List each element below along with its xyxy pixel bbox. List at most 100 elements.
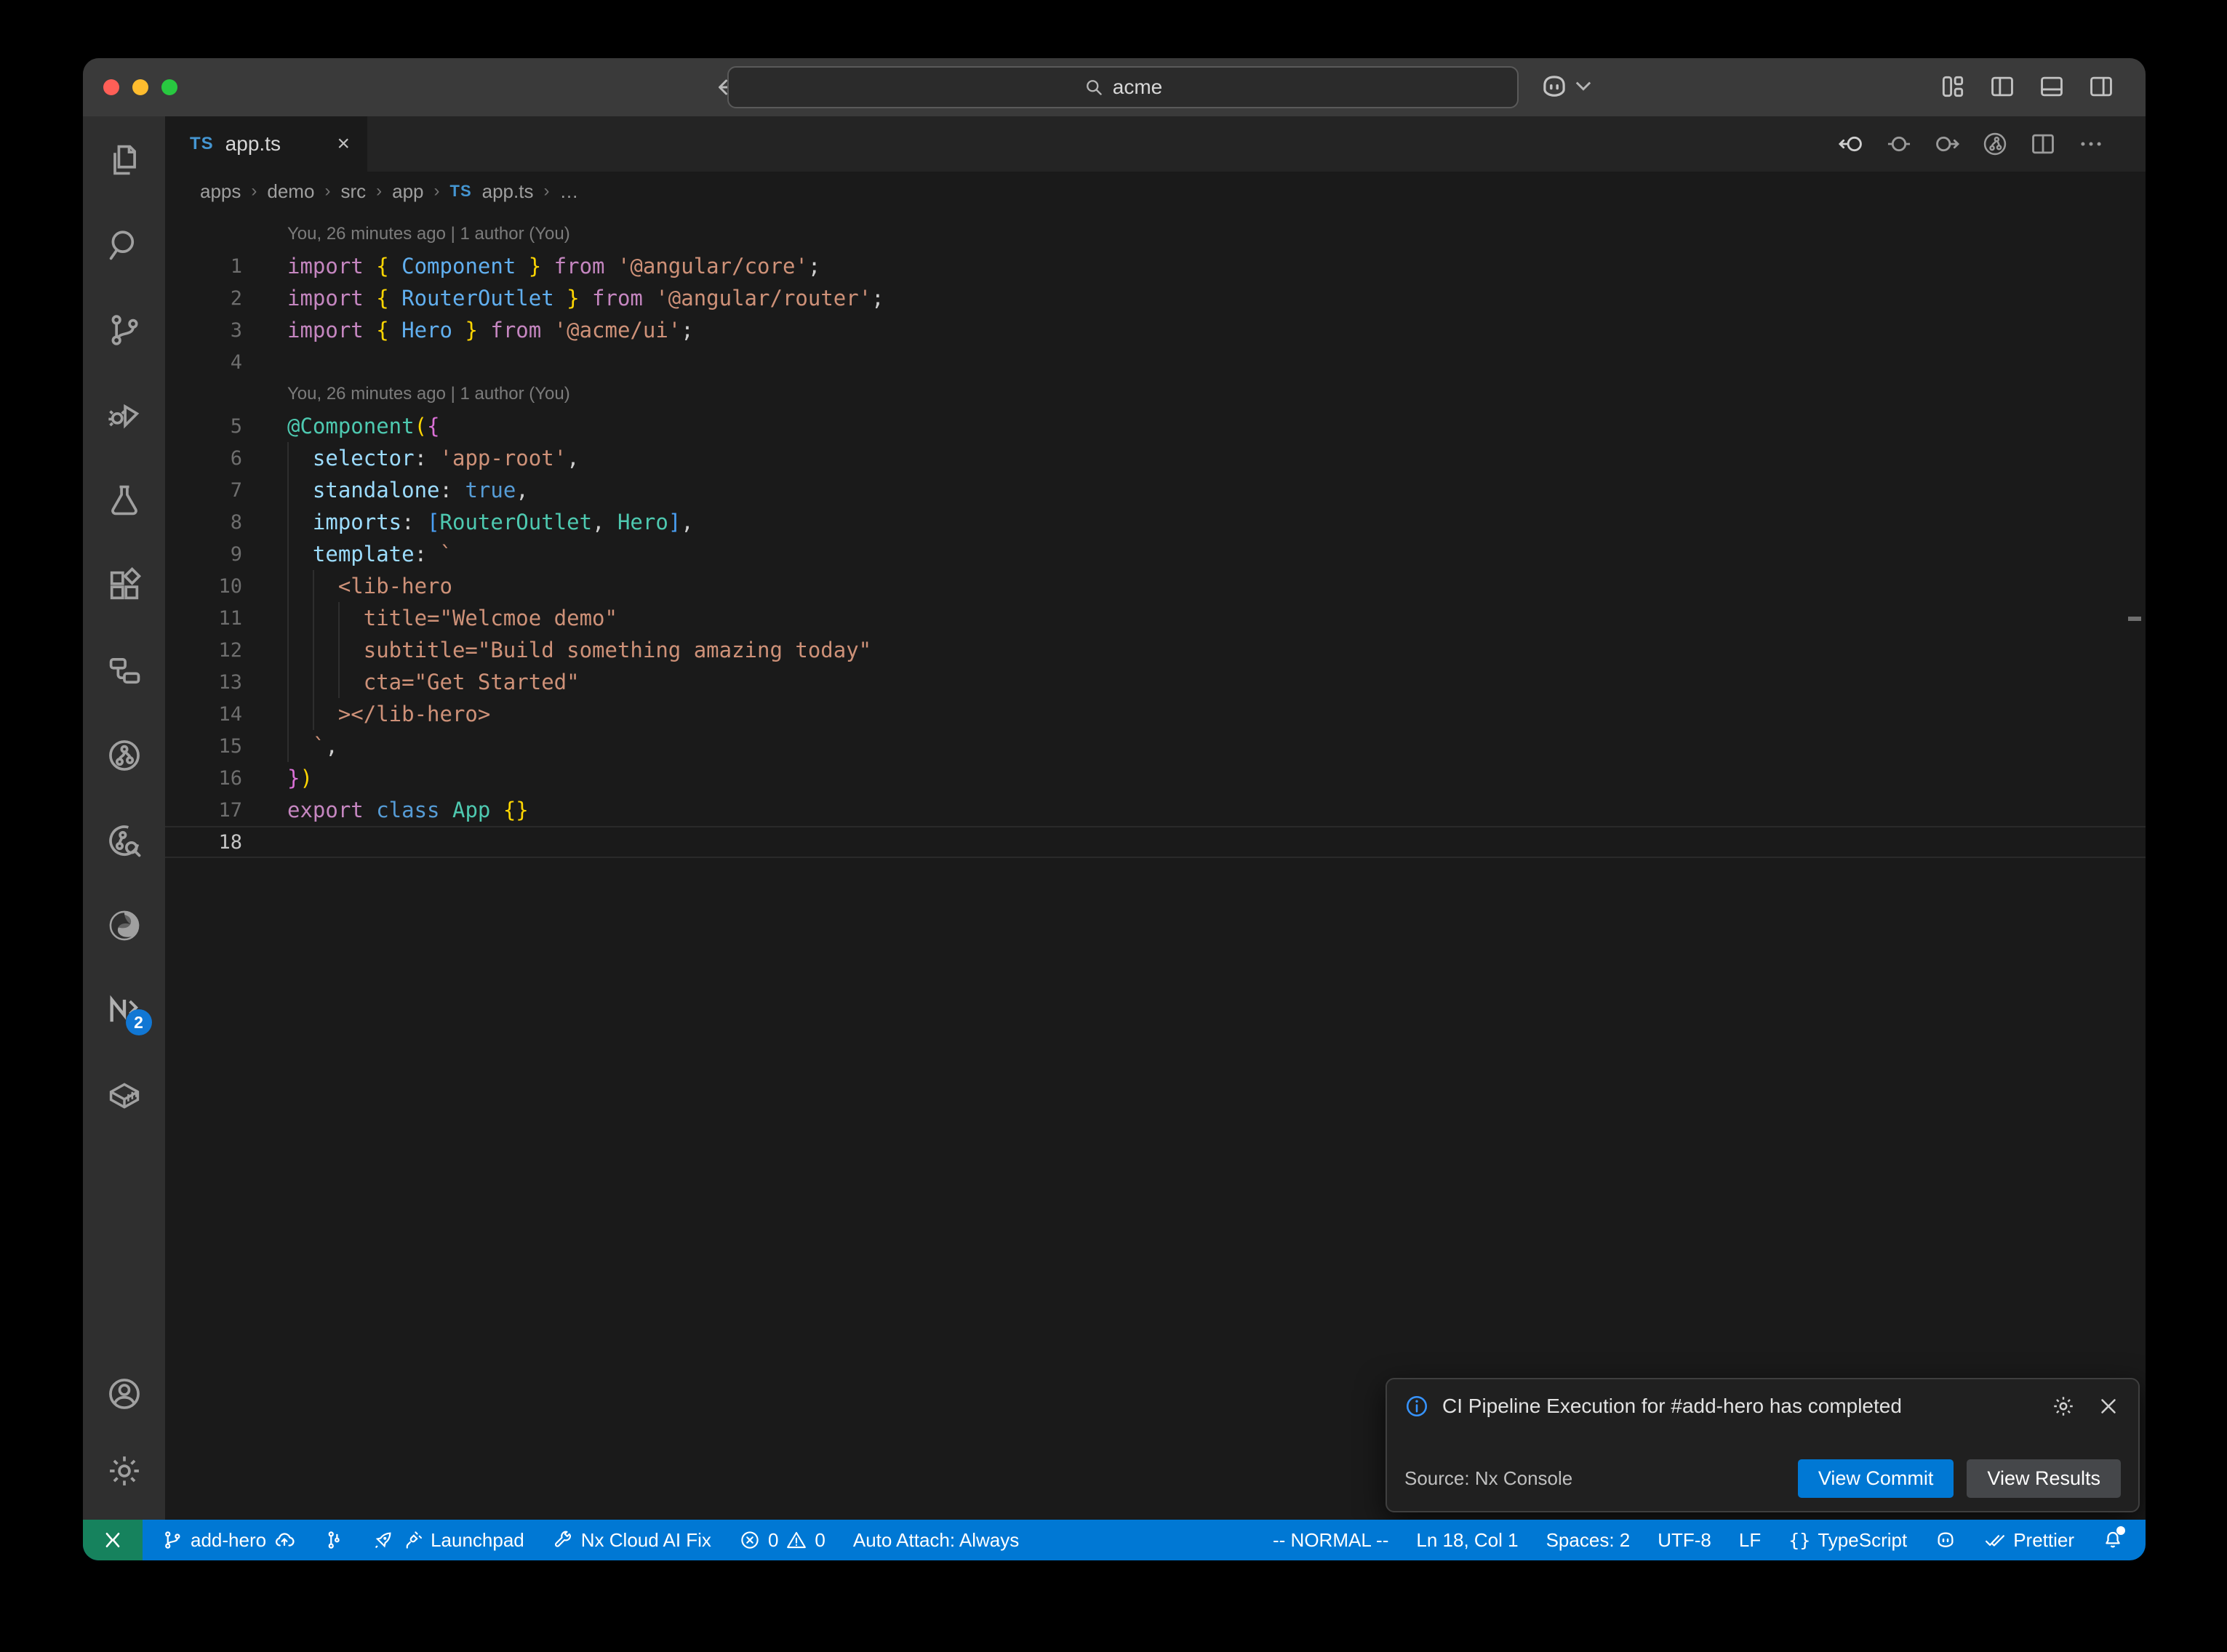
line-number: 9 [165,543,287,566]
window-controls[interactable] [103,79,177,95]
project-graph-icon[interactable] [105,651,143,689]
minimize-window-button[interactable] [132,79,148,95]
toggle-primary-sidebar-icon[interactable] [1988,73,2016,100]
breadcrumb-item[interactable]: apps [200,180,241,203]
code-line[interactable]: 14 ></lib-hero> [165,698,2146,730]
prev-change-icon[interactable] [1837,130,1865,158]
code-line[interactable]: 11 title="Welcmoe demo" [165,602,2146,634]
line-number: 4 [165,351,287,374]
remote-indicator[interactable] [83,1520,143,1560]
info-icon [1404,1394,1429,1419]
error-icon [739,1529,761,1551]
code-line[interactable]: 18 [165,826,2146,858]
blame-annotation-row: You, 26 minutes ago | 1 author (You) [165,218,2146,250]
extensions-icon[interactable] [105,566,143,604]
code-line[interactable]: 2import { RouterOutlet } from '@angular/… [165,282,2146,314]
line-number: 10 [165,575,287,598]
code-line[interactable]: 17export class App {} [165,794,2146,826]
line-number: 13 [165,671,287,694]
settings-gear-icon[interactable] [105,1452,143,1490]
view-results-button[interactable]: View Results [1967,1459,2121,1498]
code-line[interactable]: 8 imports: [RouterOutlet, Hero], [165,506,2146,538]
notification-dot [2116,1526,2125,1535]
vim-mode-item[interactable]: -- NORMAL -- [1273,1529,1388,1552]
close-notification-icon[interactable] [2096,1394,2121,1419]
line-number: 1 [165,255,287,278]
encoding-item[interactable]: UTF-8 [1658,1529,1711,1552]
code-line[interactable]: 15 `, [165,730,2146,762]
breadcrumb-item[interactable]: demo [267,180,314,203]
line-number: 17 [165,799,287,822]
edge-tools-icon[interactable] [105,907,143,945]
copilot-icon [1935,1529,1956,1551]
problems-item[interactable]: 0 0 [739,1529,825,1552]
line-number: 3 [165,319,287,342]
search-icon [1084,77,1104,97]
line-number: 2 [165,287,287,310]
toggle-panel-icon[interactable] [2038,73,2066,100]
indent-guide [313,570,314,730]
git-branch-item[interactable]: add-hero [161,1529,295,1552]
breadcrumb-item[interactable]: src [340,180,366,203]
overview-ruler-marker [2128,617,2141,621]
split-editor-icon[interactable] [2029,130,2057,158]
next-change-icon[interactable] [1933,130,1961,158]
copilot-icon [1539,71,1570,102]
copilot-menu[interactable] [1539,71,1591,102]
code-line[interactable]: 12 subtitle="Build something amazing tod… [165,634,2146,666]
code-line[interactable]: 13 cta="Get Started" [165,666,2146,698]
view-commit-button[interactable]: View Commit [1798,1459,1954,1498]
gitlens-graph-icon[interactable] [105,737,143,774]
indent-guide [287,442,289,762]
eol-item[interactable]: LF [1739,1529,1761,1552]
code-line[interactable]: 7 standalone: true, [165,474,2146,506]
language-mode-item[interactable]: {} TypeScript [1788,1529,1907,1552]
toggle-secondary-sidebar-icon[interactable] [2087,73,2115,100]
code-line[interactable]: 10 <lib-hero [165,570,2146,602]
gitlens-search-icon[interactable] [105,822,143,859]
code-line[interactable]: 1import { Component } from '@angular/cor… [165,250,2146,282]
nx-cloud-fix-item[interactable]: Nx Cloud AI Fix [552,1529,711,1552]
close-window-button[interactable] [103,79,119,95]
more-actions-icon[interactable] [2077,130,2105,158]
explorer-icon[interactable] [105,141,143,179]
line-number: 12 [165,639,287,662]
commit-graph-icon[interactable] [1981,130,2009,158]
zoom-window-button[interactable] [161,79,177,95]
code-line[interactable]: 16}) [165,762,2146,794]
code-line[interactable]: 6 selector: 'app-root', [165,442,2146,474]
run-debug-icon[interactable] [105,396,143,434]
containers-icon[interactable] [105,1077,143,1115]
notification-toast: CI Pipeline Execution for #add-hero has … [1386,1378,2140,1512]
code-line[interactable]: 9 template: ` [165,538,2146,570]
auto-attach-item[interactable]: Auto Attach: Always [853,1529,1019,1552]
tab-app-ts[interactable]: TS app.ts × [165,116,367,172]
prettier-item[interactable]: Prettier [1984,1529,2074,1552]
breadcrumb-item[interactable]: app.ts [482,180,534,203]
notification-settings-gear-icon[interactable] [2051,1394,2076,1419]
command-center-search[interactable]: acme [727,66,1519,108]
notifications-bell[interactable] [2102,1529,2124,1551]
launchpad-item[interactable]: Launchpad [372,1529,524,1552]
commits-icon [323,1529,345,1551]
wrench-icon [552,1529,574,1551]
close-tab-icon[interactable]: × [337,132,350,156]
search-sidebar-icon[interactable] [105,226,143,264]
accounts-icon[interactable] [105,1375,143,1413]
testing-icon[interactable] [105,481,143,519]
code-line[interactable]: 5@Component({ [165,410,2146,442]
tab-label: app.ts [225,132,281,156]
breadcrumb-item[interactable]: … [559,180,578,203]
code-editor[interactable]: You, 26 minutes ago | 1 author (You)1imp… [165,211,2146,1520]
indentation-item[interactable]: Spaces: 2 [1546,1529,1631,1552]
cursor-position-item[interactable]: Ln 18, Col 1 [1416,1529,1518,1552]
code-line[interactable]: 3import { Hero } from '@acme/ui'; [165,314,2146,346]
nx-console-icon[interactable]: 2 [105,992,143,1030]
code-line[interactable]: 4 [165,346,2146,378]
customize-layout-icon[interactable] [1939,73,1967,100]
breadcrumb-item[interactable]: app [392,180,423,203]
blame-annotations-icon[interactable] [1885,130,1913,158]
source-control-icon[interactable] [105,311,143,349]
copilot-status-item[interactable] [1935,1529,1956,1551]
gitlens-commit-item[interactable] [323,1529,345,1551]
